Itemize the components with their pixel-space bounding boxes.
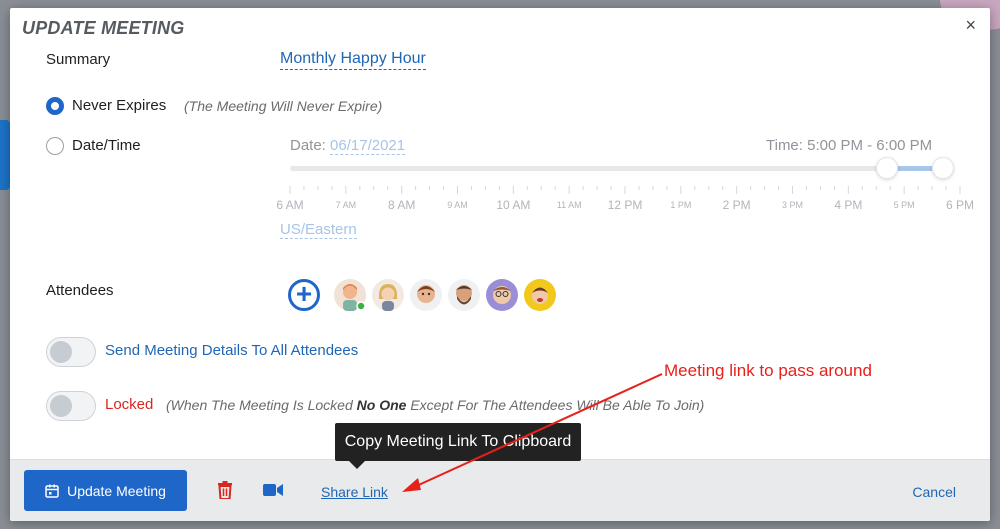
annotation-arrow <box>402 373 663 492</box>
